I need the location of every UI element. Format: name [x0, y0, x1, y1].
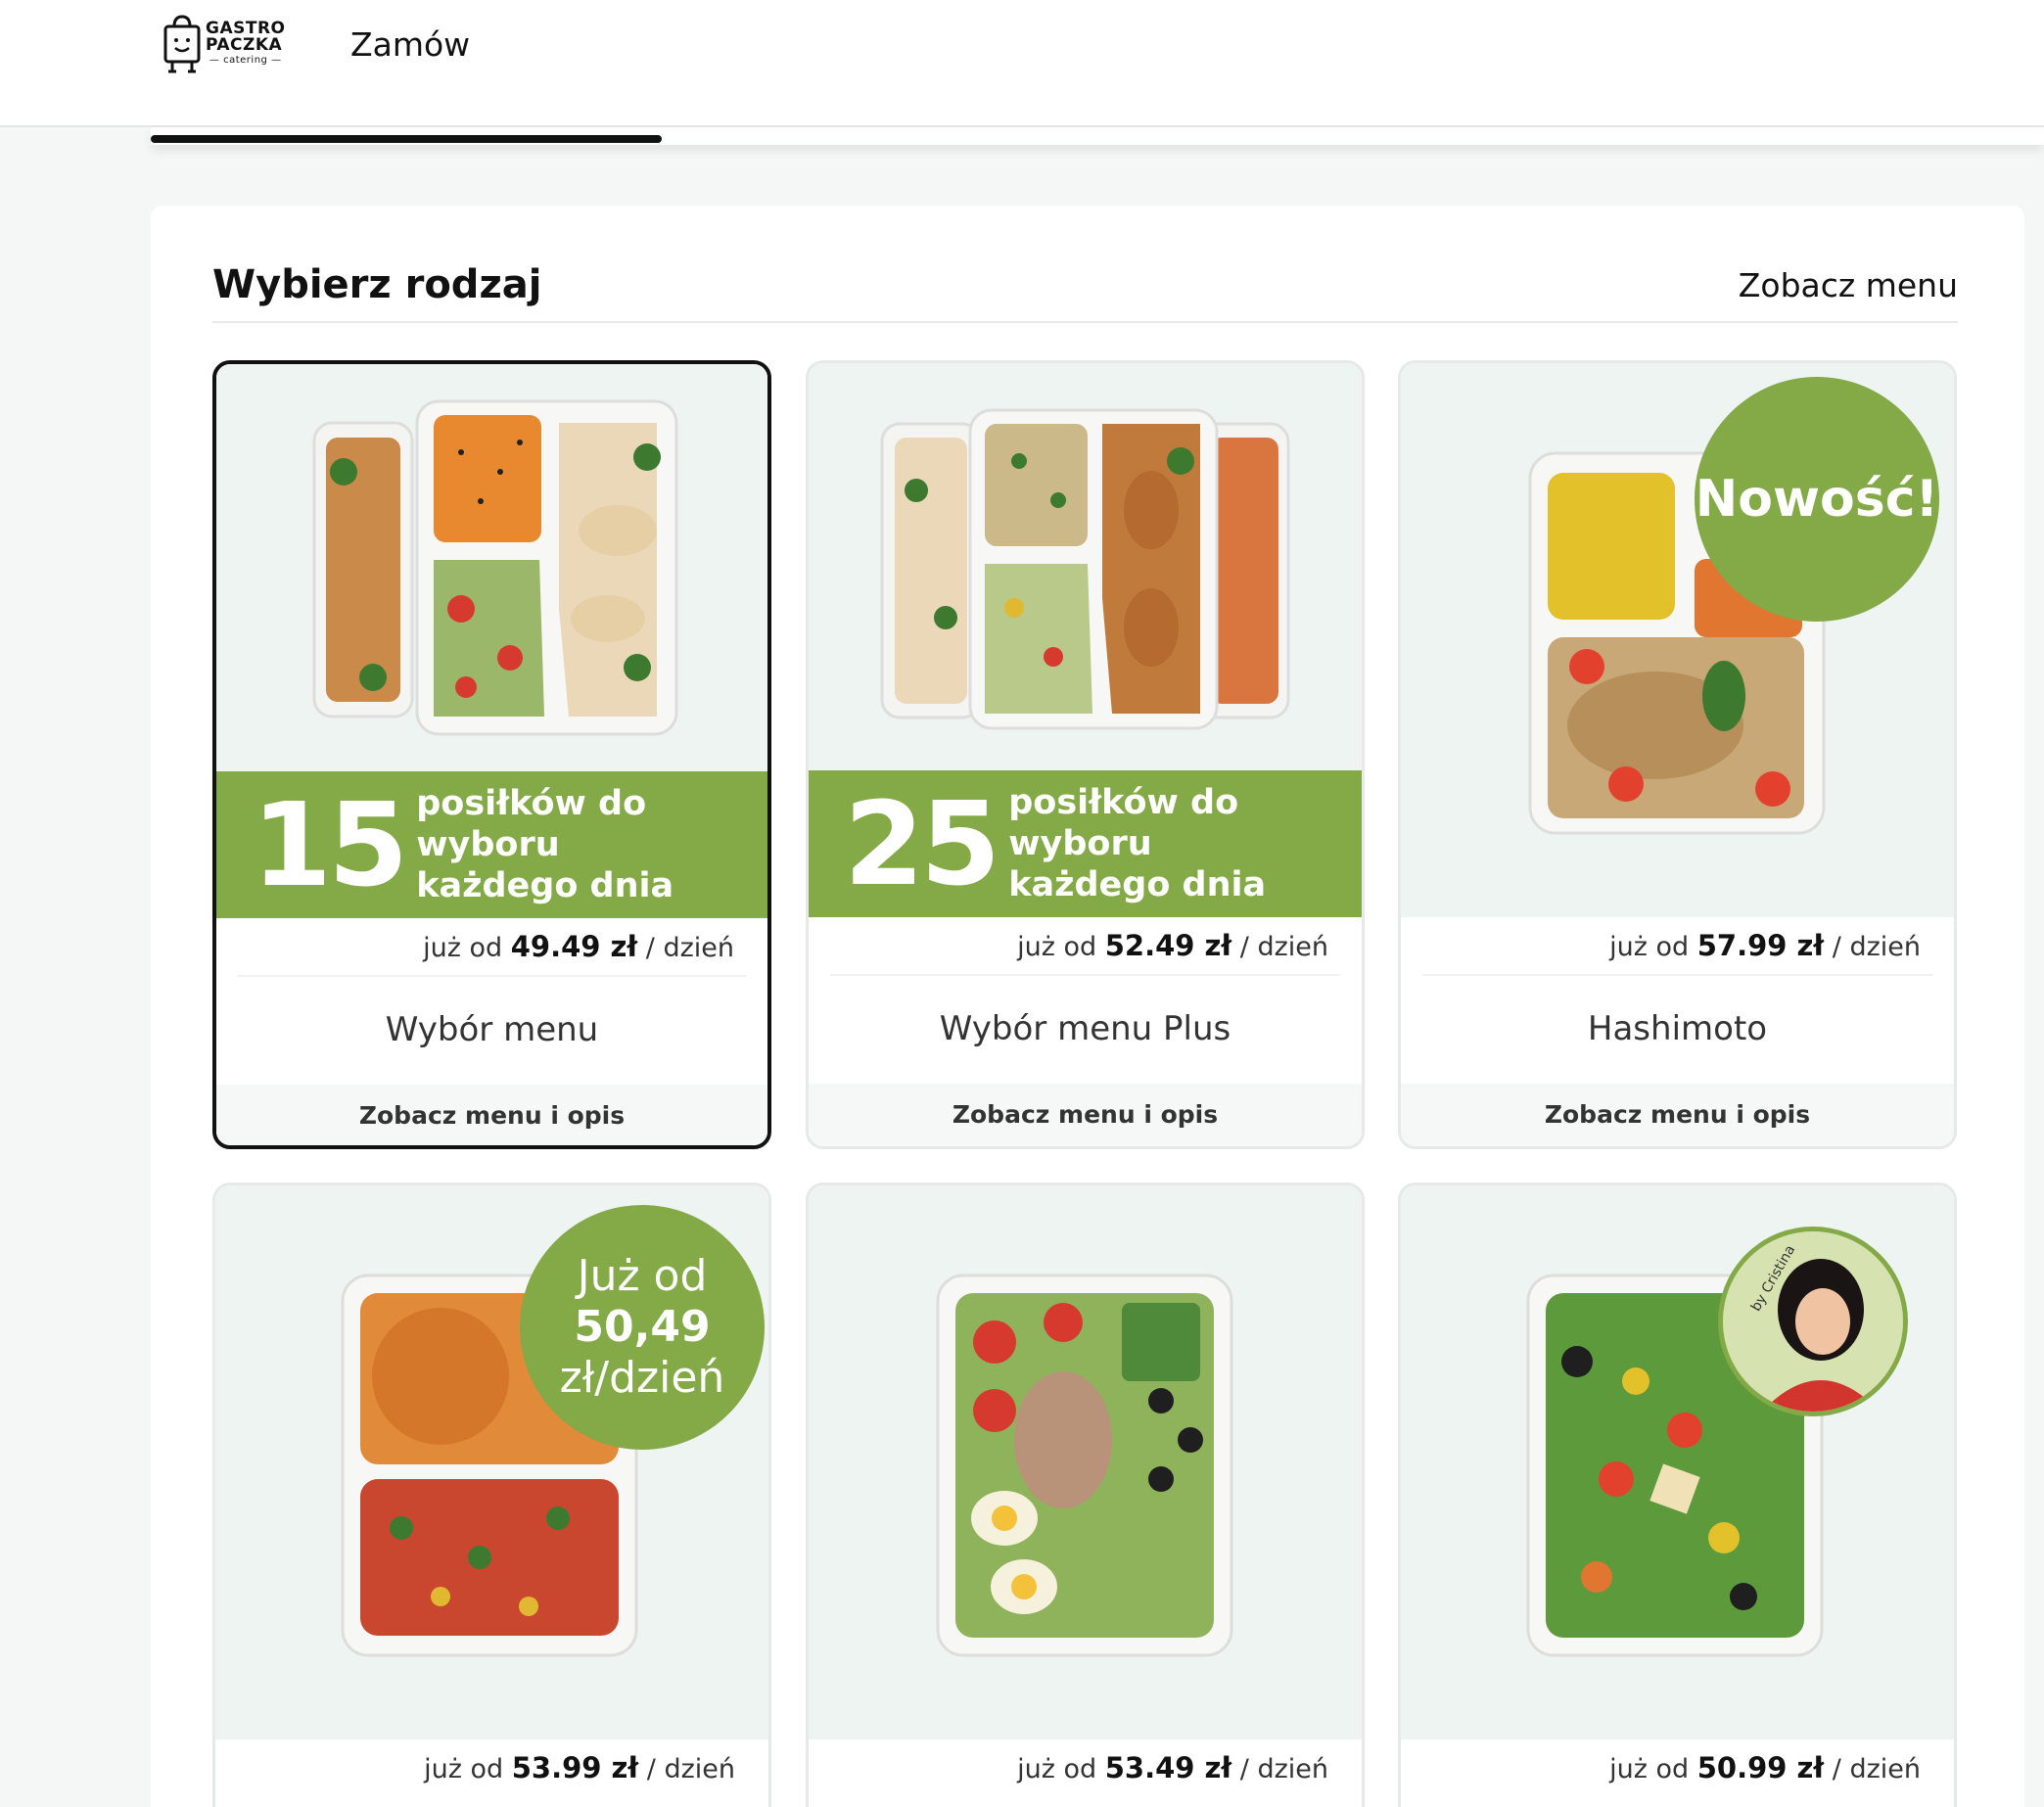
price-prefix: już od: [423, 933, 503, 963]
top-header: GASTRO PACZKA — catering — Zamów: [0, 0, 2044, 127]
diet-card-6[interactable]: by Cristina już od 50.99 zł / dzień: [1398, 1182, 1957, 1807]
price-value: 53.99 zł: [511, 1751, 639, 1784]
diet-card-wybor-menu[interactable]: 15 posiłków do wyboru każdego dnia już o…: [212, 360, 771, 1149]
avatar: [1723, 1231, 1903, 1412]
logo-line3: — catering —: [209, 55, 282, 66]
card-name: Hashimoto: [1587, 1009, 1768, 1048]
section-title: Wybierz rodzaj: [212, 262, 542, 307]
see-menu-link[interactable]: Zobacz menu: [1739, 266, 1958, 304]
logo-line2: PACZKA: [206, 35, 283, 55]
price-badge: Już od 50,49 zł/dzień: [520, 1205, 765, 1450]
price-suffix: / dzień: [1832, 1754, 1921, 1784]
price-row: już od 57.99 zł / dzień: [1401, 917, 1954, 974]
banner-line1: posiłków do wyboru: [1008, 783, 1239, 863]
chef-avatar-badge: by Cristina: [1718, 1227, 1908, 1416]
price-suffix: / dzień: [1239, 932, 1328, 962]
meal-count-banner: 15 posiłków do wyboru każdego dnia: [216, 771, 767, 918]
see-menu-and-description-button[interactable]: Zobacz menu i opis: [809, 1084, 1362, 1146]
price-divider: [1422, 974, 1932, 976]
price-divider: [830, 974, 1340, 976]
diet-card-4[interactable]: Już od 50,49 zł/dzień już od 53.99 zł / …: [212, 1182, 771, 1807]
diet-card-5[interactable]: już od 53.49 zł / dzień: [806, 1182, 1365, 1807]
price-suffix: / dzień: [1832, 932, 1921, 962]
price-row: już od 52.49 zł / dzień: [809, 917, 1362, 974]
price-suffix: / dzień: [1239, 1754, 1328, 1784]
banner-line2: każdego dnia: [1008, 865, 1267, 904]
banner-number: 25: [844, 776, 1000, 911]
price-prefix: już od: [424, 1754, 504, 1784]
see-menu-and-description-button[interactable]: Zobacz menu i opis: [216, 1085, 767, 1145]
card-image: [809, 1185, 1362, 1739]
badge-line3: zł/dzień: [559, 1353, 725, 1403]
meal-trays-image: [312, 399, 678, 736]
price-row: już od 53.99 zł / dzień: [215, 1739, 768, 1796]
meal-trays-image: [880, 408, 1290, 730]
price-prefix: już od: [1017, 1754, 1097, 1784]
price-row: już od 53.49 zł / dzień: [809, 1739, 1362, 1796]
price-suffix: / dzień: [645, 933, 734, 963]
banner-line1: posiłków do wyboru: [416, 784, 647, 864]
price-value: 49.49 zł: [510, 930, 638, 963]
price-value: 57.99 zł: [1696, 929, 1825, 962]
price-value: 50.99 zł: [1696, 1751, 1825, 1784]
price-prefix: już od: [1017, 932, 1097, 962]
price-divider: [238, 975, 746, 977]
diet-card-hashimoto[interactable]: Nowość! już od 57.99 zł / dzień Hashimot…: [1398, 360, 1957, 1149]
badge-line1: Już od: [577, 1251, 708, 1301]
card-name: Wybór menu Plus: [939, 1009, 1231, 1048]
meal-count-banner: 25 posiłków do wyboru każdego dnia: [809, 770, 1362, 917]
bag-logo-icon: [163, 15, 201, 73]
title-divider: [212, 321, 1958, 323]
price-row: już od 49.49 zł / dzień: [216, 918, 767, 975]
banner-line2: każdego dnia: [416, 866, 674, 905]
gastro-paczka-logo[interactable]: GASTRO PACZKA — catering —: [163, 12, 294, 74]
price-suffix: / dzień: [646, 1754, 735, 1784]
price-prefix: już od: [1609, 1754, 1690, 1784]
price-row: już od 50.99 zł / dzień: [1401, 1739, 1954, 1796]
price-value: 52.49 zł: [1104, 929, 1232, 962]
nav-order-link[interactable]: Zamów: [350, 25, 470, 64]
diet-card-wybor-menu-plus[interactable]: 25 posiłków do wyboru każdego dnia już o…: [806, 360, 1365, 1149]
see-menu-and-description-button[interactable]: Zobacz menu i opis: [1401, 1084, 1954, 1146]
new-badge: Nowość!: [1695, 377, 1939, 622]
meal-tray-image: [936, 1274, 1233, 1657]
card-name: Wybór menu: [385, 1010, 599, 1049]
badge-line2: 50,49: [574, 1302, 711, 1352]
price-prefix: już od: [1609, 932, 1690, 962]
banner-number: 15: [252, 777, 408, 912]
logo-line3-text: catering: [223, 55, 268, 66]
price-value: 53.49 zł: [1104, 1751, 1232, 1784]
progress-fill: [151, 135, 662, 143]
